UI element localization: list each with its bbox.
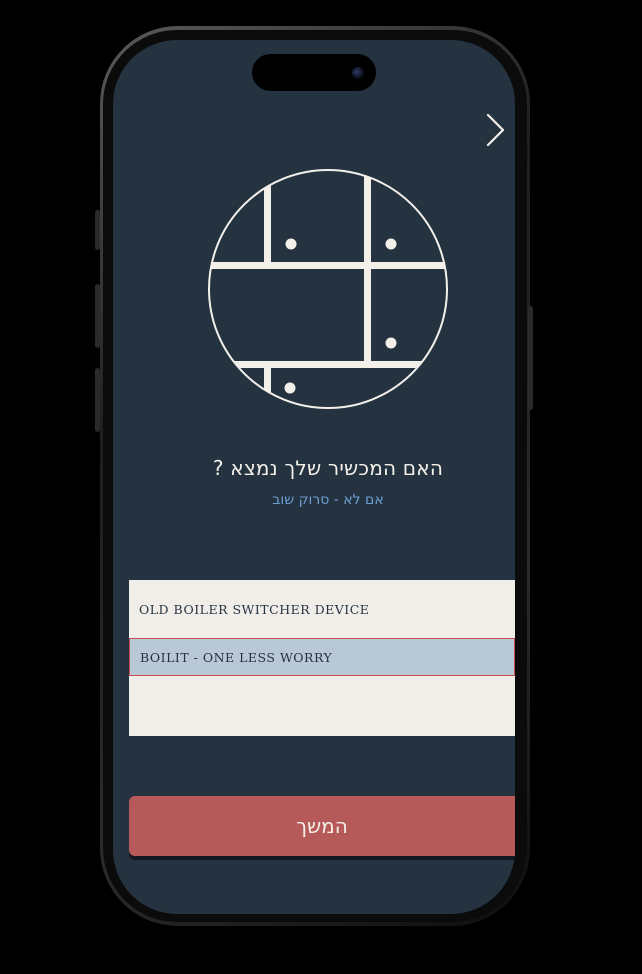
device-name: OLD BOILER SWITCHER DEVICE	[139, 601, 370, 617]
chevron-right-icon	[486, 113, 505, 147]
front-camera	[352, 67, 364, 79]
wall-switch-illustration	[207, 168, 449, 410]
volume-up-button	[95, 284, 100, 348]
device-name: BOILIT - ONE LESS WORRY	[140, 649, 333, 665]
device-found-question: האם המכשיר שלך נמצא ?	[212, 456, 444, 480]
device-list: OLD BOILER SWITCHER DEVICE BOILIT - ONE …	[129, 580, 515, 736]
rescan-hint: אם לא - סרוק שוב	[272, 492, 384, 508]
wall-switch-illustration-icon	[208, 169, 448, 409]
device-list-item-selected[interactable]: BOILIT - ONE LESS WORRY	[129, 638, 515, 676]
power-button	[528, 306, 533, 410]
continue-button-label: המשך	[296, 814, 348, 838]
back-button[interactable]	[482, 112, 510, 148]
volume-down-button	[95, 368, 100, 432]
mute-switch	[95, 210, 100, 250]
continue-button[interactable]: המשך	[129, 796, 515, 856]
device-list-item[interactable]: OLD BOILER SWITCHER DEVICE	[129, 590, 515, 628]
